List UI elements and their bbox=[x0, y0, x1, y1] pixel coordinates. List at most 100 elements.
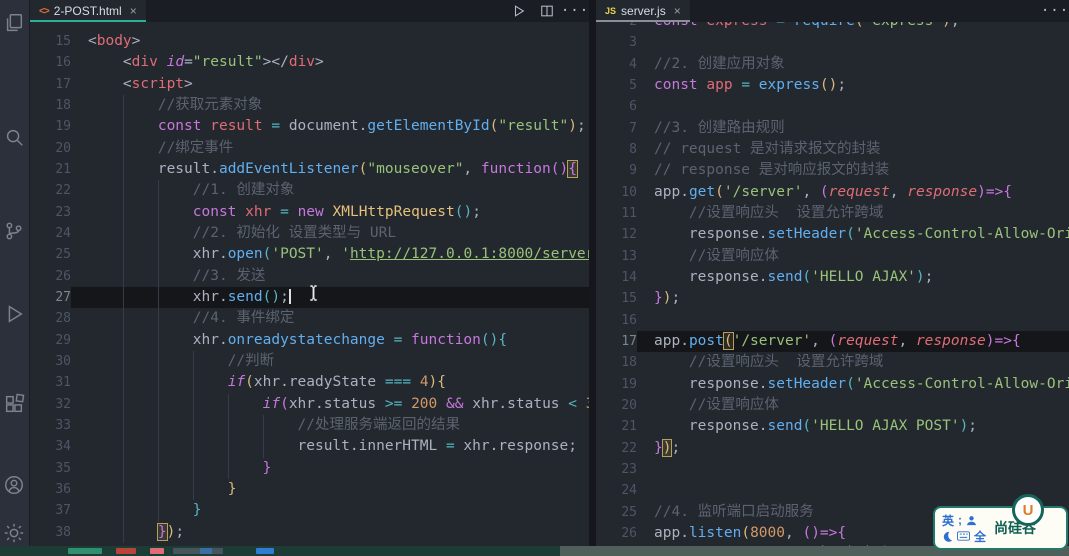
line-number: 19 bbox=[55, 119, 71, 135]
line-number: 32 bbox=[55, 396, 71, 412]
code-line[interactable]: 9// response 是对响应报文的封装 bbox=[596, 160, 1069, 181]
code-line[interactable]: 15}); bbox=[596, 288, 1069, 309]
code-line[interactable]: 5 const app = express(); bbox=[596, 75, 1069, 96]
line-number: 35 bbox=[55, 460, 71, 476]
status-strip-fragment bbox=[116, 548, 136, 554]
code-line[interactable]: 3 bbox=[596, 32, 1069, 53]
ime-fullwidth-label[interactable]: 全 bbox=[974, 528, 986, 545]
code-line[interactable]: 25 xhr.open('POST', 'http://127.0.0.1:80… bbox=[30, 244, 589, 266]
code-line[interactable]: 23 bbox=[596, 459, 1069, 480]
mouse-ibeam-cursor bbox=[308, 284, 319, 306]
left-tab-bar: <> 2-POST.html × ··· bbox=[30, 0, 589, 22]
code-line[interactable]: 8// request 是对请求报文的封装 bbox=[596, 139, 1069, 160]
code-line[interactable]: 13 //设置响应体 bbox=[596, 246, 1069, 267]
code-line[interactable]: 32 if(xhr.status >= 200 && xhr.status < … bbox=[30, 393, 589, 415]
more-actions-icon[interactable]: ··· bbox=[561, 3, 588, 19]
tab-server-js[interactable]: JS server.js × bbox=[596, 0, 690, 22]
editor-group-splitter[interactable] bbox=[589, 0, 596, 556]
line-number: 18 bbox=[621, 355, 637, 371]
code-line[interactable]: 4//2. 创建应用对象 bbox=[596, 54, 1069, 75]
status-strip-fragment bbox=[256, 548, 274, 554]
right-code-editor[interactable]: 2const express = require('express'); 3 4//… bbox=[596, 22, 1069, 556]
close-tab-icon[interactable]: × bbox=[674, 4, 681, 18]
code-line[interactable]: 20 //绑定事件 bbox=[30, 137, 589, 159]
code-line[interactable]: 38 }); bbox=[30, 521, 589, 543]
source-control-icon[interactable] bbox=[3, 220, 25, 242]
line-number: 31 bbox=[55, 375, 71, 391]
line-number: 3 bbox=[629, 35, 637, 51]
line-number: 38 bbox=[55, 524, 71, 540]
code-line[interactable]: 23 const xhr = new XMLHttpRequest(); bbox=[30, 201, 589, 223]
code-line[interactable]: 28 //4. 事件绑定 bbox=[30, 308, 589, 330]
line-number: 36 bbox=[55, 481, 71, 497]
split-editor-icon[interactable] bbox=[539, 3, 555, 19]
run-file-icon[interactable] bbox=[511, 3, 527, 19]
code-line[interactable]: 36 } bbox=[30, 478, 589, 501]
line-number: 21 bbox=[55, 161, 71, 177]
settings-gear-icon[interactable] bbox=[3, 522, 25, 544]
code-line[interactable]: 24 bbox=[596, 480, 1069, 501]
line-number: 22 bbox=[621, 440, 637, 456]
code-line[interactable]: 17 app.post('/server', (request, response… bbox=[596, 330, 1069, 353]
ime-user-icon[interactable] bbox=[966, 515, 977, 526]
code-line[interactable]: 31 if(xhr.readyState === 4){ bbox=[30, 372, 589, 394]
code-line[interactable]: 20 //设置响应体 bbox=[596, 395, 1069, 416]
code-line[interactable]: 37 } bbox=[30, 500, 589, 522]
code-line[interactable]: 18 //设置响应头 设置允许跨域 bbox=[596, 352, 1069, 373]
code-line[interactable]: 34 result.innerHTML = xhr.response; bbox=[30, 436, 589, 458]
ime-keyboard-icon[interactable] bbox=[957, 531, 970, 541]
code-line[interactable]: 11 //设置响应头 设置允许跨域 bbox=[596, 203, 1069, 224]
code-line[interactable]: 19 const result = document.getElementByI… bbox=[30, 116, 589, 138]
ime-toolbar[interactable]: 英 ; 全 尚硅谷 U bbox=[933, 494, 1068, 550]
code-line[interactable]: 2const express = require('express'); bbox=[596, 22, 1069, 32]
tab-label: server.js bbox=[621, 4, 666, 18]
code-line[interactable]: 19 response.setHeader('Access-Control-Al… bbox=[596, 374, 1069, 395]
line-number: 25 bbox=[55, 247, 71, 263]
line-number: 14 bbox=[621, 269, 637, 285]
extensions-icon[interactable] bbox=[3, 393, 25, 415]
code-line[interactable]: 17 <script> bbox=[30, 74, 589, 95]
ime-mode-label[interactable]: 英 bbox=[942, 512, 954, 529]
tab-2-post-html[interactable]: <> 2-POST.html × bbox=[30, 0, 146, 22]
code-line[interactable]: 21 result.addEventListener("mouseover", … bbox=[30, 158, 589, 181]
code-line[interactable]: 30 //判断 bbox=[30, 350, 589, 373]
code-line[interactable]: 22 //1. 创建对象 bbox=[30, 180, 589, 202]
code-line[interactable]: 35 } bbox=[30, 457, 589, 479]
code-line[interactable]: 12 response.setHeader('Access-Control-Al… bbox=[596, 224, 1069, 245]
code-line[interactable]: 21 response.send('HELLO AJAX POST'); bbox=[596, 416, 1069, 437]
line-number: 13 bbox=[621, 248, 637, 264]
ime-punct-label[interactable]: ; bbox=[958, 513, 962, 527]
code-line[interactable]: 24 //2. 初始化 设置类型与 URL bbox=[30, 222, 589, 245]
line-number: 34 bbox=[55, 439, 71, 455]
accounts-icon[interactable] bbox=[3, 474, 25, 496]
status-strip-fragment bbox=[200, 548, 212, 554]
code-line[interactable]: 7//3. 创建路由规则 bbox=[596, 118, 1069, 139]
line-number: 37 bbox=[55, 503, 71, 519]
brand-logo-icon: U bbox=[1012, 494, 1044, 526]
line-number: 12 bbox=[621, 227, 637, 243]
line-number: 28 bbox=[55, 311, 71, 327]
code-line[interactable]: 6 bbox=[596, 96, 1069, 117]
line-number: 26 bbox=[621, 525, 637, 541]
code-line[interactable]: 33 //处理服务端返回的结果 bbox=[30, 414, 589, 437]
text-caret bbox=[288, 288, 291, 304]
line-number: 23 bbox=[55, 204, 71, 220]
close-tab-icon[interactable]: × bbox=[130, 4, 137, 18]
line-number: 18 bbox=[55, 97, 71, 113]
code-line[interactable]: 29 xhr.onreadystatechange = function(){ bbox=[30, 329, 589, 351]
code-line[interactable]: 16 <div id="result"></div> bbox=[30, 52, 589, 73]
code-line[interactable]: 14 response.send('HELLO AJAX'); bbox=[596, 267, 1069, 288]
editor-group-left: <> 2-POST.html × ··· 15 <body> 16 <div id=… bbox=[30, 0, 589, 556]
code-line[interactable]: 15 <body> bbox=[30, 31, 589, 52]
code-line[interactable]: 18 //获取元素对象 bbox=[30, 94, 589, 117]
line-number: 16 bbox=[621, 312, 637, 328]
explorer-icon[interactable] bbox=[3, 12, 25, 34]
right-tab-bar: JS server.js × ··· bbox=[596, 0, 1069, 22]
code-line[interactable]: 10 app.get('/server', (request, response)… bbox=[596, 182, 1069, 203]
run-debug-icon[interactable] bbox=[3, 303, 25, 325]
code-line[interactable]: 16 bbox=[596, 310, 1069, 331]
more-actions-icon[interactable]: ··· bbox=[1041, 3, 1068, 19]
search-icon[interactable] bbox=[3, 126, 25, 148]
code-line[interactable]: 22}); bbox=[596, 438, 1069, 459]
ime-moon-icon[interactable] bbox=[942, 531, 953, 542]
